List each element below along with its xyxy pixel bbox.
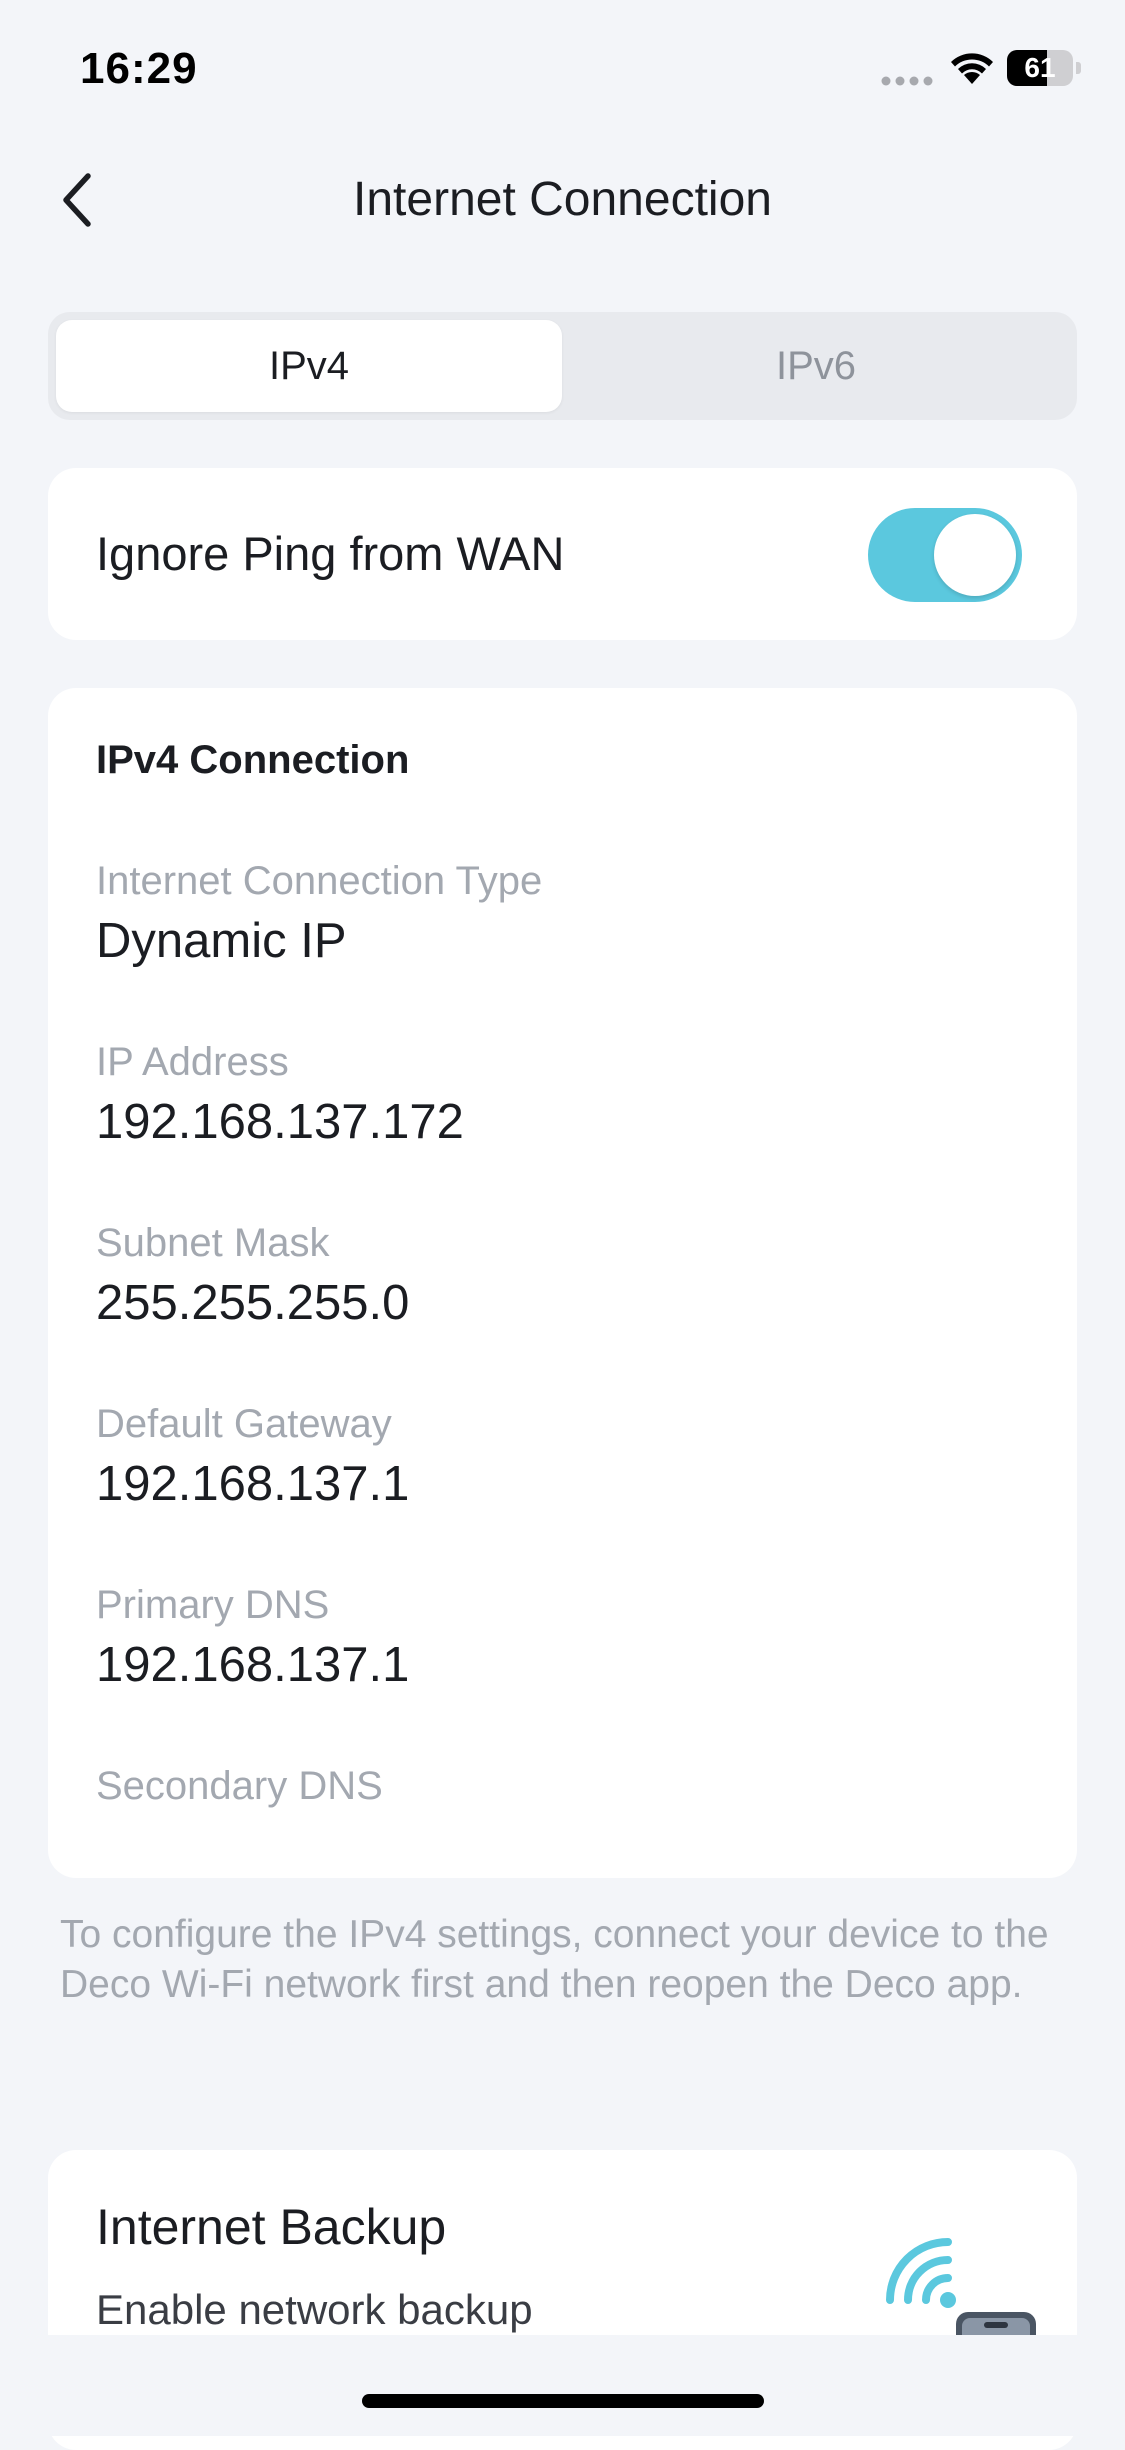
field-value: 192.168.137.1: [96, 1638, 410, 1692]
page-title: Internet Connection: [353, 173, 772, 226]
field-label: Secondary DNS: [96, 1764, 383, 1808]
field-value: 192.168.137.172: [96, 1095, 464, 1149]
ipv4-connection-heading: IPv4 Connection: [96, 738, 410, 782]
ipv4-connection-card: IPv4 Connection Internet Connection Type…: [48, 688, 1077, 1878]
ip-address-field: IP Address 192.168.137.172: [96, 1037, 1026, 1153]
status-time: 16:29: [80, 44, 198, 93]
field-label: IP Address: [96, 1040, 289, 1084]
toggle-knob: [934, 514, 1016, 596]
ignore-ping-label: Ignore Ping from WAN: [96, 527, 565, 580]
internet-backup-subtitle: Enable network backup: [96, 2286, 533, 2333]
tab-ipv6[interactable]: IPv6: [563, 320, 1069, 412]
chevron-left-icon: [63, 173, 91, 227]
wifi-icon: [951, 53, 993, 84]
ignore-ping-toggle[interactable]: [868, 508, 1022, 602]
field-label: Internet Connection Type: [96, 859, 543, 903]
cellular-dots-icon: [881, 76, 933, 86]
tab-ipv4[interactable]: IPv4: [56, 320, 562, 412]
ignore-ping-card: Ignore Ping from WAN: [48, 468, 1077, 640]
field-label: Subnet Mask: [96, 1221, 330, 1265]
field-value: 255.255.255.0: [96, 1276, 410, 1330]
nav-bar: Internet Connection: [0, 150, 1125, 250]
field-value: Dynamic IP: [96, 914, 347, 968]
battery-icon: 61: [1007, 50, 1082, 86]
back-button[interactable]: [48, 168, 112, 232]
primary-dns-field: Primary DNS 192.168.137.1: [96, 1580, 1026, 1696]
ipv4-config-note: To configure the IPv4 settings, connect …: [60, 1913, 1049, 2006]
secondary-dns-field: Secondary DNS: [96, 1761, 1026, 1815]
status-bar: 16:29 61: [0, 0, 1125, 140]
field-label: Default Gateway: [96, 1402, 392, 1446]
field-value: 192.168.137.1: [96, 1457, 410, 1511]
ip-version-tabs: IPv4 IPv6: [48, 312, 1077, 420]
battery-level: 61: [1024, 52, 1056, 83]
internet-backup-title: Internet Backup: [96, 2199, 447, 2255]
bottom-safe-area: [0, 2335, 1125, 2436]
subnet-mask-field: Subnet Mask 255.255.255.0: [96, 1218, 1026, 1334]
connection-type-field: Internet Connection Type Dynamic IP: [96, 856, 1026, 972]
default-gateway-field: Default Gateway 192.168.137.1: [96, 1399, 1026, 1515]
home-indicator[interactable]: [362, 2394, 764, 2408]
field-label: Primary DNS: [96, 1583, 330, 1627]
